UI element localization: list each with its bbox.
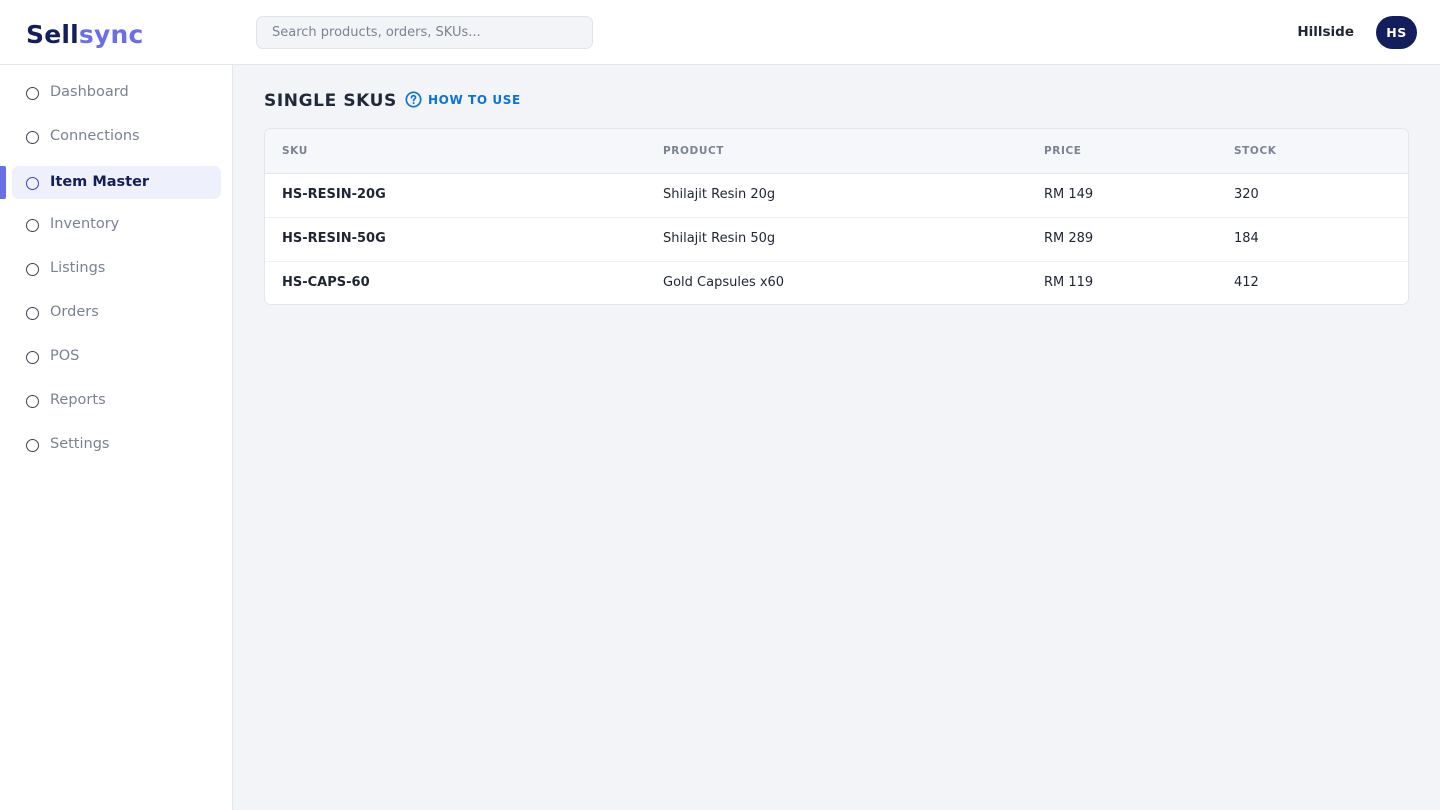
search-input[interactable] (256, 16, 593, 49)
how-to-use-link[interactable]: HOW TO USE (405, 90, 521, 109)
sidebar-item-label: Listings (50, 260, 106, 276)
product-cell: Gold Capsules x60 (663, 275, 785, 290)
column-header-stock[interactable]: STOCK (1234, 145, 1277, 157)
circle-icon (26, 351, 39, 364)
sku-table: SKU PRODUCT PRICE STOCK HS-RESIN-20G Shi… (264, 128, 1409, 305)
sidebar-item-label: Settings (50, 436, 110, 452)
price-cell: RM 149 (1044, 187, 1094, 202)
help-circle-icon (405, 91, 422, 108)
sku-cell: HS-RESIN-20G (282, 187, 386, 202)
active-indicator (0, 166, 6, 199)
brand-logo-part2: sync (78, 20, 144, 49)
sidebar-item-dashboard[interactable]: Dashboard (12, 76, 221, 109)
sidebar-item-label: Connections (50, 128, 140, 144)
circle-icon (26, 395, 39, 408)
sidebar-item-label: Item Master (50, 174, 150, 190)
price-cell: RM 119 (1044, 275, 1094, 290)
avatar[interactable]: HS (1376, 16, 1417, 49)
sku-cell: HS-RESIN-50G (282, 231, 386, 246)
sidebar-item-label: POS (50, 348, 80, 364)
sidebar-item-label: Inventory (50, 216, 120, 232)
sidebar-item-item-master[interactable]: Item Master (12, 166, 221, 199)
sidebar-item-reports[interactable]: Reports (12, 384, 221, 417)
stock-cell: 320 (1234, 187, 1259, 202)
circle-icon (26, 307, 39, 320)
product-cell: Shilajit Resin 50g (663, 231, 776, 246)
column-header-price[interactable]: PRICE (1044, 145, 1082, 157)
sidebar-item-settings[interactable]: Settings (12, 428, 221, 461)
circle-icon (26, 177, 39, 190)
brand-logo-part1: Sell (26, 20, 79, 49)
sku-cell: HS-CAPS-60 (282, 275, 370, 290)
product-cell: Shilajit Resin 20g (663, 187, 776, 202)
stock-cell: 184 (1234, 231, 1259, 246)
top-bar: Sellsync Hillside HS (0, 0, 1440, 65)
table-row[interactable]: HS-RESIN-20G Shilajit Resin 20g RM 149 3… (265, 174, 1408, 218)
sidebar-item-label: Reports (50, 392, 106, 408)
stock-cell: 412 (1234, 275, 1259, 290)
page-title: SINGLE SKUS (264, 91, 397, 111)
sidebar-item-connections[interactable]: Connections (12, 120, 221, 153)
sidebar-item-label: Orders (50, 304, 99, 320)
sidebar: Dashboard Connections Item Master Invent… (0, 65, 233, 810)
column-header-product[interactable]: PRODUCT (663, 145, 724, 157)
sidebar-item-listings[interactable]: Listings (12, 252, 221, 285)
sidebar-item-inventory[interactable]: Inventory (12, 208, 221, 241)
sidebar-item-label: Dashboard (50, 84, 129, 100)
table-row[interactable]: HS-RESIN-50G Shilajit Resin 50g RM 289 1… (265, 218, 1408, 262)
account-name[interactable]: Hillside (1297, 24, 1354, 40)
column-header-sku[interactable]: SKU (282, 145, 308, 157)
table-header: SKU PRODUCT PRICE STOCK (265, 129, 1408, 174)
sidebar-item-pos[interactable]: POS (12, 340, 221, 373)
circle-icon (26, 219, 39, 232)
circle-icon (26, 131, 39, 144)
brand-logo[interactable]: Sellsync (26, 20, 144, 49)
how-to-use-label: HOW TO USE (428, 92, 521, 107)
circle-icon (26, 439, 39, 452)
sidebar-item-orders[interactable]: Orders (12, 296, 221, 329)
main-content: SINGLE SKUS HOW TO USE SKU PRODUCT PRICE… (233, 65, 1440, 810)
circle-icon (26, 263, 39, 276)
price-cell: RM 289 (1044, 231, 1094, 246)
table-row[interactable]: HS-CAPS-60 Gold Capsules x60 RM 119 412 (265, 262, 1408, 304)
circle-icon (26, 87, 39, 100)
